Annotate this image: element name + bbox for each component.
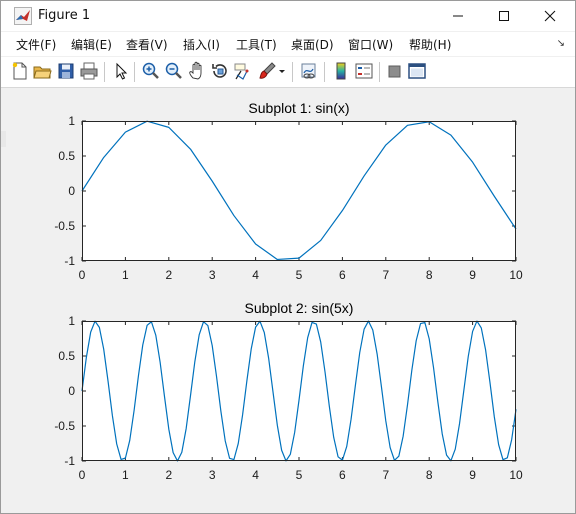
figure-window: Figure 1 文件(F) 编辑(E) 查看(V) 插入(I) 工具(T) 桌… <box>0 0 576 514</box>
y-tick-label: 0 <box>68 384 75 398</box>
data-cursor-icon[interactable] <box>233 61 253 81</box>
maximize-button[interactable] <box>481 1 527 31</box>
new-figure-icon[interactable] <box>10 61 30 81</box>
x-tick-label: 9 <box>469 268 476 282</box>
x-tick-label: 8 <box>426 268 433 282</box>
axes-background <box>82 121 516 261</box>
x-tick-label: 3 <box>209 468 216 482</box>
x-tick-label: 5 <box>296 268 303 282</box>
close-icon <box>544 10 556 22</box>
figure-plot-surface: Subplot 1: sin(x)0 1 2 3 4 5 6 7 8 9 10-1-0.500.51… <box>54 100 523 482</box>
maximize-icon <box>499 11 509 21</box>
menu-view[interactable]: 查看(V) <box>126 36 168 53</box>
x-tick-label: 10 <box>509 468 523 482</box>
x-tick-label: 6 <box>339 468 346 482</box>
toolbar-separator <box>292 62 293 82</box>
insert-legend-icon[interactable] <box>354 61 374 81</box>
menu-edit[interactable]: 编辑(E) <box>71 36 112 53</box>
print-icon[interactable] <box>79 61 99 81</box>
x-tick-label: 0 <box>79 268 86 282</box>
toolbar-dock-arrow-icon[interactable]: ↘ <box>557 38 565 49</box>
x-tick-label: 9 <box>469 468 476 482</box>
figure-toolbar <box>1 57 575 88</box>
menu-window[interactable]: 窗口(W) <box>348 36 393 53</box>
y-tick-label: 1 <box>68 114 75 128</box>
y-tick-label: -1 <box>64 454 75 468</box>
figure-canvas[interactable]: Subplot 1: sin(x) 0 1 2 3 4 5 6 7 8 9 10 -1 -0.5 0 0.5 1… <box>7 88 570 506</box>
title-bar[interactable]: Figure 1 <box>1 1 575 31</box>
matlab-icon <box>14 7 32 25</box>
window-title: Figure 1 <box>38 8 91 23</box>
subplot-title: Subplot 1: sin(x) <box>248 100 349 116</box>
y-tick-label: 0.5 <box>58 349 75 363</box>
minimize-icon <box>453 15 463 17</box>
x-tick-label: 4 <box>252 268 259 282</box>
subplot-2-axes[interactable]: Subplot 2: sin(5x) 0 1 2 3 4 5 6 7 8 9 10 -1 -0.5 0 0.5… <box>54 300 523 482</box>
brush-dropdown-icon[interactable] <box>277 61 287 81</box>
link-plot-icon[interactable] <box>299 61 319 81</box>
menu-bar: 文件(F) 编辑(E) 查看(V) 插入(I) 工具(T) 桌面(D) 窗口(W… <box>1 32 575 56</box>
x-tick-label: 10 <box>509 268 523 282</box>
x-tick-label: 1 <box>122 268 129 282</box>
y-tick-label: -0.5 <box>54 219 75 233</box>
toolbar-separator <box>134 62 135 82</box>
x-tick-label: 4 <box>252 468 259 482</box>
subplot-title: Subplot 2: sin(5x) <box>245 300 354 316</box>
menu-tools[interactable]: 工具(T) <box>236 36 277 53</box>
toolbar-separator <box>324 62 325 82</box>
x-tick-label: 7 <box>382 268 389 282</box>
menu-insert[interactable]: 插入(I) <box>183 36 220 53</box>
x-tick-label: 0 <box>79 468 86 482</box>
save-icon[interactable] <box>56 61 76 81</box>
menu-desktop[interactable]: 桌面(D) <box>291 36 334 53</box>
menu-file[interactable]: 文件(F) <box>16 36 56 53</box>
toolbar-separator <box>379 62 380 82</box>
y-tick-label: -0.5 <box>54 419 75 433</box>
background-window-edge <box>1 131 6 147</box>
open-file-icon[interactable] <box>32 61 52 81</box>
hide-plot-tools-icon[interactable] <box>385 61 405 81</box>
insert-colorbar-icon[interactable] <box>331 61 351 81</box>
x-tick-label: 7 <box>382 468 389 482</box>
x-tick-label: 6 <box>339 268 346 282</box>
zoom-in-icon[interactable] <box>141 61 161 81</box>
axes-background <box>82 321 516 461</box>
show-plot-tools-icon[interactable] <box>407 61 427 81</box>
toolbar-separator <box>104 62 105 82</box>
pan-icon[interactable] <box>187 61 207 81</box>
y-tick-label: -1 <box>64 254 75 268</box>
x-tick-label: 1 <box>122 468 129 482</box>
x-tick-label: 8 <box>426 468 433 482</box>
y-tick-label: 0 <box>68 184 75 198</box>
minimize-button[interactable] <box>435 1 481 31</box>
subplot-1-axes[interactable]: Subplot 1: sin(x) 0 1 2 3 4 5 6 7 8 9 10 -1 -0.5 0 0.5 1 <box>54 100 523 282</box>
y-tick-label: 0.5 <box>58 149 75 163</box>
x-tick-label: 5 <box>296 468 303 482</box>
zoom-out-icon[interactable] <box>164 61 184 81</box>
edit-plot-pointer-icon[interactable] <box>111 61 131 81</box>
brush-icon[interactable] <box>257 61 277 81</box>
close-button[interactable] <box>527 1 573 31</box>
x-tick-label: 3 <box>209 268 216 282</box>
x-tick-label: 2 <box>165 268 172 282</box>
x-tick-label: 2 <box>165 468 172 482</box>
rotate-3d-icon[interactable] <box>210 61 230 81</box>
y-tick-label: 1 <box>68 314 75 328</box>
menu-help[interactable]: 帮助(H) <box>409 36 451 53</box>
